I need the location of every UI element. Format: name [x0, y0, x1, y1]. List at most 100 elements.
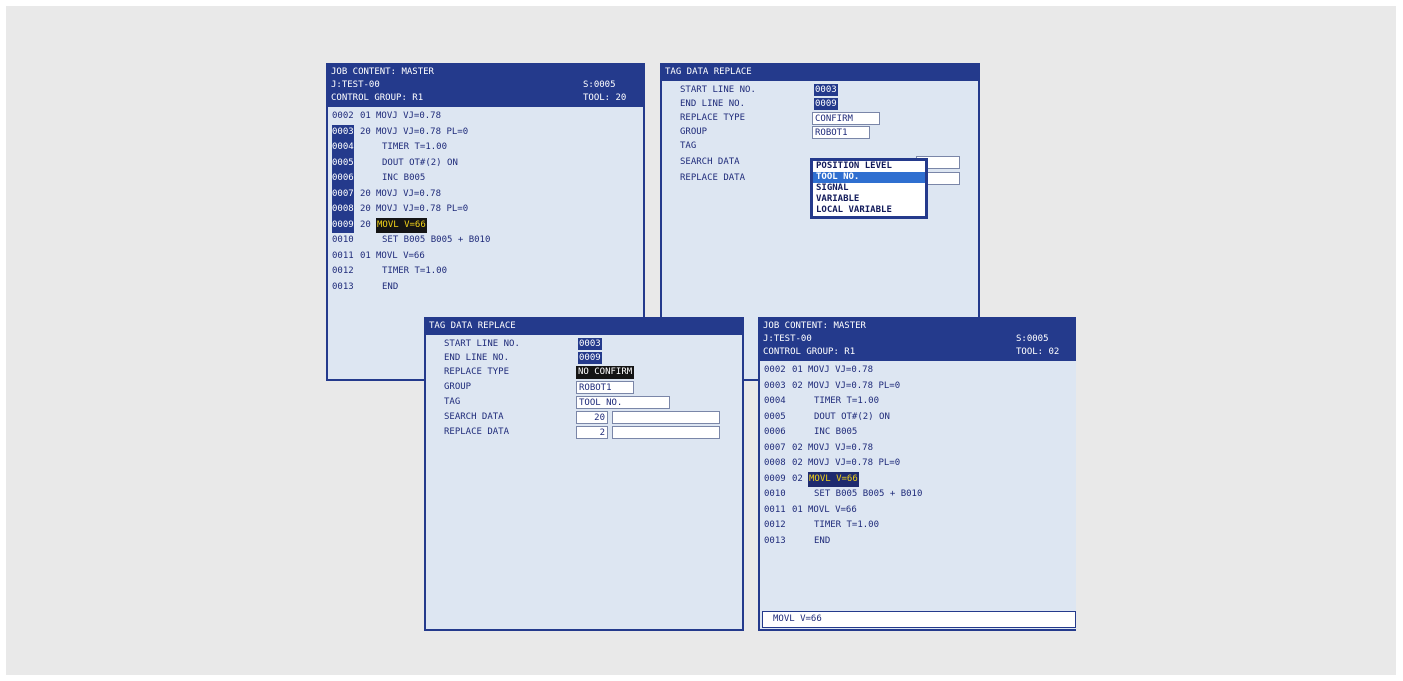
- job-line[interactable]: 0007 20 MOVJ VJ=0.78: [332, 186, 643, 202]
- job-line[interactable]: 0003 02 MOVJ VJ=0.78 PL=0: [764, 379, 1076, 395]
- job-line[interactable]: 0005 DOUT OT#(2) ON: [764, 410, 1076, 426]
- job-line[interactable]: 0010 SET B005 B005 + B010: [764, 487, 1076, 503]
- job-line[interactable]: 0002 01 MOVJ VJ=0.78: [332, 109, 643, 125]
- line-instruction: TIMER T=1.00: [814, 520, 880, 530]
- line-tag: [360, 140, 382, 156]
- job-line[interactable]: 0005 DOUT OT#(2) ON: [332, 155, 643, 171]
- line-number: 0004: [764, 396, 786, 406]
- line-instruction: MOVJ VJ=0.78 PL=0: [808, 380, 901, 391]
- line-number: 0005: [332, 155, 354, 171]
- start-line-value[interactable]: 0003: [578, 338, 602, 350]
- line-instruction: MOVL V=66: [376, 250, 425, 261]
- job-line[interactable]: 0011 01 MOVL V=66: [764, 503, 1076, 519]
- job-line[interactable]: 0007 02 MOVJ VJ=0.78: [764, 441, 1076, 457]
- line-tag: [360, 171, 382, 187]
- tool-number: TOOL: 02: [1016, 347, 1060, 357]
- figure-background: JOB CONTENT: MASTER J:TEST-00 S:0005 CONT…: [6, 6, 1396, 675]
- job-line[interactable]: 0013 END: [332, 280, 643, 296]
- line-tag: 20: [360, 188, 371, 199]
- tool-number: TOOL: 20: [583, 93, 627, 103]
- tag-field[interactable]: TOOL NO.: [576, 396, 670, 409]
- line-tag: [360, 280, 382, 296]
- job-line[interactable]: 0009 20 MOVL V=66: [332, 217, 643, 233]
- search-data-label: SEARCH DATA: [680, 157, 740, 167]
- replace-header: TAG DATA REPLACE: [662, 65, 978, 81]
- dropdown-option[interactable]: TOOL NO.: [813, 172, 925, 183]
- line-number: 0007: [764, 442, 786, 453]
- line-number: 0005: [764, 411, 786, 422]
- job-line[interactable]: 0006 INC B005: [764, 425, 1076, 441]
- line-instruction: MOVJ VJ=0.78 PL=0: [376, 126, 469, 137]
- job-line[interactable]: 0009 02 MOVL V=66: [764, 471, 1076, 487]
- replace-type-field[interactable]: CONFIRM: [812, 112, 880, 125]
- start-line-value[interactable]: 0003: [814, 84, 838, 96]
- dropdown-option[interactable]: LOCAL VARIABLE: [813, 205, 925, 216]
- dropdown-option[interactable]: VARIABLE: [813, 194, 925, 205]
- line-number: 0004: [332, 140, 354, 156]
- line-number: 0011: [332, 250, 354, 261]
- line-number: 0008: [332, 202, 354, 218]
- line-tag: [792, 534, 814, 550]
- replace-type-field[interactable]: NO CONFIRM: [576, 366, 635, 379]
- input-line[interactable]: MOVL V=66: [762, 611, 1076, 628]
- job-title: JOB CONTENT: MASTER: [763, 321, 866, 331]
- line-tag: 02: [792, 458, 803, 468]
- end-line-value[interactable]: 0009: [814, 98, 838, 110]
- end-line-value[interactable]: 0009: [578, 352, 602, 364]
- tag-data-replace-panel-filled: TAG DATA REPLACE START LINE NO. 0003 END…: [424, 317, 744, 631]
- job-line[interactable]: 0013 END: [764, 534, 1076, 550]
- job-line[interactable]: 0004 TIMER T=1.00: [764, 394, 1076, 410]
- line-instruction: INC B005: [814, 427, 858, 437]
- replace-data-label: REPLACE DATA: [444, 427, 510, 437]
- job-line[interactable]: 0004 TIMER T=1.00: [332, 140, 643, 156]
- step-number: S:0005: [583, 80, 616, 90]
- job-line[interactable]: 0003 20 MOVJ VJ=0.78 PL=0: [332, 124, 643, 140]
- line-number: 0002: [764, 365, 786, 375]
- line-instruction: END: [382, 281, 399, 292]
- cursor-instruction: MOVL V=66: [376, 217, 427, 233]
- line-instruction: MOVJ VJ=0.78 PL=0: [376, 204, 469, 214]
- line-tag: 01: [792, 504, 803, 515]
- line-number: 0008: [764, 458, 786, 468]
- line-instruction: MOVJ VJ=0.78: [376, 111, 442, 121]
- line-instruction: MOVJ VJ=0.78 PL=0: [808, 458, 901, 468]
- search-data-extra[interactable]: [612, 411, 720, 424]
- job-content-panel-after: JOB CONTENT: MASTER J:TEST-00 S:0005 CONT…: [758, 317, 1076, 631]
- line-tag: 01: [360, 111, 371, 121]
- replace-title: TAG DATA REPLACE: [429, 321, 516, 331]
- group-field[interactable]: ROBOT1: [812, 126, 870, 139]
- line-instruction: SET B005 B005 + B010: [814, 489, 923, 499]
- end-line-label: END LINE NO.: [444, 353, 510, 363]
- job-line[interactable]: 0008 02 MOVJ VJ=0.78 PL=0: [764, 456, 1076, 472]
- job-line[interactable]: 0002 01 MOVJ VJ=0.78: [764, 363, 1076, 379]
- replace-data-field[interactable]: 2: [576, 426, 608, 439]
- end-line-label: END LINE NO.: [680, 99, 746, 109]
- job-line[interactable]: 0012 TIMER T=1.00: [764, 518, 1076, 534]
- line-number: 0013: [332, 281, 354, 292]
- control-group: CONTROL GROUP: R1: [331, 93, 424, 103]
- job-title: JOB CONTENT: MASTER: [331, 67, 434, 77]
- dropdown-option[interactable]: SIGNAL: [813, 183, 925, 194]
- line-number: 0003: [764, 380, 786, 391]
- line-number: 0009: [332, 217, 354, 233]
- replace-type-label: REPLACE TYPE: [680, 113, 746, 123]
- job-line[interactable]: 0011 01 MOVL V=66: [332, 249, 643, 265]
- job-line[interactable]: 0012 TIMER T=1.00: [332, 264, 643, 280]
- job-line[interactable]: 0010 SET B005 B005 + B010: [332, 233, 643, 249]
- line-tag: [360, 233, 382, 249]
- line-instruction: SET B005 B005 + B010: [382, 235, 491, 245]
- job-line[interactable]: 0006 INC B005: [332, 171, 643, 187]
- line-tag: [792, 425, 814, 441]
- line-tag: [792, 394, 814, 410]
- job-line[interactable]: 0008 20 MOVJ VJ=0.78 PL=0: [332, 202, 643, 218]
- dropdown-option[interactable]: POSITION LEVEL: [813, 161, 925, 172]
- group-label: GROUP: [444, 382, 472, 392]
- search-data-field[interactable]: 20: [576, 411, 608, 424]
- line-number: 0009: [764, 473, 786, 484]
- tag-dropdown-list[interactable]: POSITION LEVEL TOOL NO. SIGNAL VARIABLE LOCA…: [810, 158, 928, 219]
- line-tag: 02: [792, 442, 803, 453]
- group-field[interactable]: ROBOT1: [576, 381, 634, 394]
- line-number: 0007: [332, 186, 354, 202]
- replace-data-extra[interactable]: [612, 426, 720, 439]
- line-number: 0006: [764, 427, 786, 437]
